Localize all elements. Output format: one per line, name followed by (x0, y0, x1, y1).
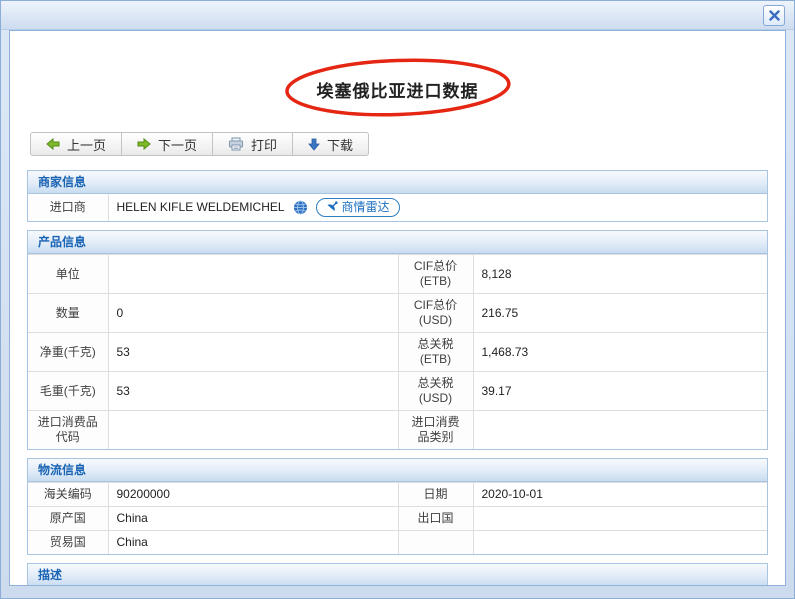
importer-name: HELEN KIFLE WELDEMICHEL (117, 200, 285, 215)
field-label: CIF总价(USD) (398, 294, 473, 333)
field-value: 53 (108, 372, 398, 411)
printer-icon (228, 137, 244, 151)
download-label: 下载 (327, 135, 353, 154)
prev-page-label: 上一页 (67, 135, 106, 154)
title-block: 埃塞俄比亚进口数据 (277, 63, 519, 116)
section-title-merchant: 商家信息 (28, 171, 767, 194)
table-row: 进口消费品代码 进口消费品类别 (28, 411, 767, 450)
globe-icon[interactable] (293, 200, 308, 215)
field-value (108, 255, 398, 294)
radar-icon (326, 201, 339, 213)
close-icon (769, 10, 780, 21)
prev-page-button[interactable]: 上一页 (30, 132, 122, 156)
close-button[interactable] (763, 5, 785, 26)
print-label: 打印 (251, 135, 277, 154)
field-value: 39.17 (473, 372, 767, 411)
field-value: 53 (108, 333, 398, 372)
field-label: 出口国 (398, 507, 473, 531)
arrow-left-icon (46, 138, 60, 150)
field-label: 日期 (398, 483, 473, 507)
table-row: 单位 CIF总价(ETB)8,128 (28, 255, 767, 294)
field-value (473, 411, 767, 450)
arrow-down-icon (308, 138, 320, 151)
field-label: 净重(千克) (28, 333, 108, 372)
section-title-product: 产品信息 (28, 231, 767, 254)
radar-button[interactable]: 商情雷达 (316, 198, 400, 217)
next-page-label: 下一页 (158, 135, 197, 154)
section-logistics: 物流信息海关编码90200000日期2020-10-01原产国China出口国贸… (27, 458, 768, 555)
field-value: China (108, 507, 398, 531)
merchant-table: 进口商 HELEN KIFLE WELDEMICHEL (28, 194, 767, 221)
field-label: 原产国 (28, 507, 108, 531)
radar-button-label: 商情雷达 (342, 200, 390, 214)
print-button[interactable]: 打印 (212, 132, 293, 156)
sections-container: 商家信息 进口商 HELEN KIFLE WELDEMICHEL (10, 156, 785, 586)
toolbar: 上一页 下一页 打印 (30, 132, 369, 156)
dynamic-sections: 产品信息单位CIF总价(ETB)8,128数量0CIF总价(USD)216.75… (27, 230, 768, 586)
field-label: 海关编码 (28, 483, 108, 507)
field-value (108, 411, 398, 450)
field-value (473, 531, 767, 555)
table-row: 原产国China出口国 (28, 507, 767, 531)
page-title: 埃塞俄比亚进口数据 (317, 77, 479, 102)
section-title-description: 描述 (28, 564, 767, 586)
section-merchant: 商家信息 进口商 HELEN KIFLE WELDEMICHEL (27, 170, 768, 222)
field-value (473, 507, 767, 531)
field-label: 总关税(ETB) (398, 333, 473, 372)
field-label: 总关税(USD) (398, 372, 473, 411)
field-label: 进口商 (28, 194, 108, 221)
field-value: HELEN KIFLE WELDEMICHEL (108, 194, 767, 221)
field-label: CIF总价(ETB) (398, 255, 473, 294)
field-label: 进口消费品类别 (398, 411, 473, 450)
field-value: 8,128 (473, 255, 767, 294)
field-label: 单位 (28, 255, 108, 294)
download-button[interactable]: 下载 (292, 132, 369, 156)
table-row: 毛重(千克)53总关税(USD)39.17 (28, 372, 767, 411)
field-value: 2020-10-01 (473, 483, 767, 507)
field-label (398, 531, 473, 555)
logistics-table: 海关编码90200000日期2020-10-01原产国China出口国贸易国Ch… (28, 482, 767, 554)
field-value: 216.75 (473, 294, 767, 333)
field-label: 数量 (28, 294, 108, 333)
section-title-logistics: 物流信息 (28, 459, 767, 482)
product-table: 单位CIF总价(ETB)8,128数量0CIF总价(USD)216.75净重(千… (28, 254, 767, 449)
section-description: 描述编码描述Other breathing appliances and gas… (27, 563, 768, 586)
field-label: 进口消费品代码 (28, 411, 108, 450)
table-row: 数量0CIF总价(USD)216.75 (28, 294, 767, 333)
dialog-titlebar (1, 1, 794, 30)
table-row: 净重(千克)53总关税(ETB)1,468.73 (28, 333, 767, 372)
field-label: 贸易国 (28, 531, 108, 555)
next-page-button[interactable]: 下一页 (121, 132, 213, 156)
field-value: 1,468.73 (473, 333, 767, 372)
table-row: 贸易国China (28, 531, 767, 555)
dialog-content: 埃塞俄比亚进口数据 上一页 下一页 (9, 30, 786, 586)
table-row: 海关编码90200000日期2020-10-01 (28, 483, 767, 507)
dialog-window: 埃塞俄比亚进口数据 上一页 下一页 (0, 0, 795, 599)
field-value: 90200000 (108, 483, 398, 507)
field-label: 毛重(千克) (28, 372, 108, 411)
arrow-right-icon (137, 138, 151, 150)
field-value: 0 (108, 294, 398, 333)
table-row: 进口商 HELEN KIFLE WELDEMICHEL (28, 194, 767, 221)
field-value: China (108, 531, 398, 555)
section-product: 产品信息单位CIF总价(ETB)8,128数量0CIF总价(USD)216.75… (27, 230, 768, 450)
